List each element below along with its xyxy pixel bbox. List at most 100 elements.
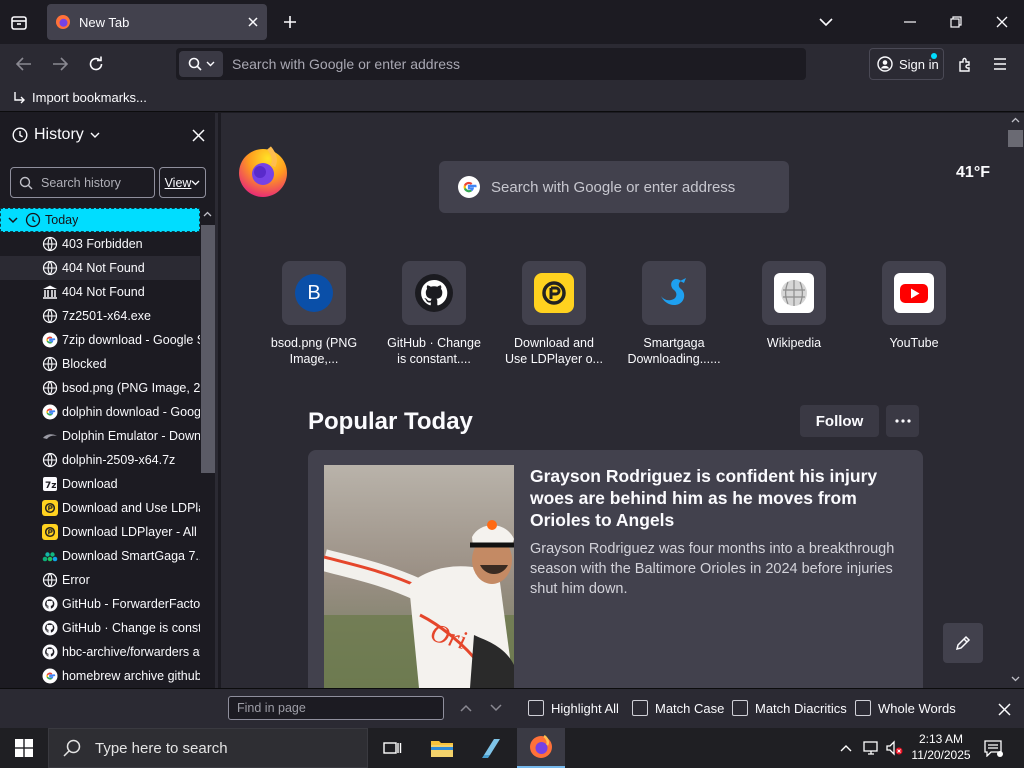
firefox-view-icon[interactable] — [8, 12, 30, 34]
history-item[interactable]: Blocked — [0, 352, 200, 376]
history-item[interactable]: Error — [0, 568, 200, 592]
history-item[interactable]: dolphin-2509-x64.7z — [0, 448, 200, 472]
github-icon — [42, 596, 58, 612]
minimize-button[interactable] — [900, 12, 920, 32]
import-bookmarks-link[interactable]: Import bookmarks... — [32, 90, 147, 105]
firefox-taskbar-button[interactable] — [517, 728, 565, 768]
history-item[interactable]: GitHub - ForwarderFactor — [0, 592, 200, 616]
new-tab-button[interactable] — [280, 12, 300, 32]
history-item-label: Download — [62, 477, 118, 491]
story-card[interactable]: Ori Grayson Rodriguez is confident his i… — [308, 450, 923, 688]
volume-button[interactable] — [884, 739, 904, 757]
shortcut-tile-ldplayer[interactable]: Download and Use LDPlayer o... — [504, 261, 604, 367]
app-pinned-button[interactable] — [467, 728, 515, 768]
smartgaga-icon — [42, 548, 58, 564]
whole-words-checkbox[interactable]: Whole Words — [855, 700, 956, 716]
history-item[interactable]: Download SmartGaga 7.1 — [0, 544, 200, 568]
extensions-button[interactable] — [955, 54, 975, 74]
app-menu-button[interactable] — [990, 54, 1010, 74]
pencil-icon — [955, 635, 971, 651]
forward-button[interactable] — [50, 55, 70, 73]
close-window-button[interactable] — [992, 12, 1012, 32]
globe-icon — [42, 260, 58, 276]
page-scrollbar[interactable] — [1007, 113, 1024, 688]
volume-muted-icon — [886, 740, 903, 756]
shortcut-tile-github[interactable]: GitHub · Change is constant.... — [384, 261, 484, 367]
history-item[interactable]: bsod.png (PNG Image, 20 — [0, 376, 200, 400]
checkbox-box[interactable] — [632, 700, 648, 716]
history-item[interactable]: 404 Not Found — [0, 256, 200, 280]
history-item[interactable]: 7z Download — [0, 472, 200, 496]
highlight-all-checkbox[interactable]: Highlight All — [528, 700, 619, 716]
tab-new-tab[interactable]: New Tab — [47, 4, 267, 40]
taskbar-search-placeholder: Type here to search — [95, 739, 228, 757]
find-in-page-input[interactable]: Find in page — [228, 696, 444, 720]
history-item[interactable]: dolphin download - Goog — [0, 400, 200, 424]
close-sidebar-button[interactable] — [188, 125, 208, 145]
google-icon — [42, 668, 58, 684]
history-item[interactable]: 7z2501-x64.exe — [0, 304, 200, 328]
history-item[interactable]: Download LDPlayer - All V — [0, 520, 200, 544]
more-options-button[interactable] — [886, 405, 919, 437]
sidebar-scrollbar-thumb[interactable] — [201, 225, 215, 473]
taskbar-clock[interactable]: 2:13 AM 11/20/2025 — [905, 731, 977, 763]
history-item[interactable]: Download and Use LDPlay — [0, 496, 200, 520]
find-previous-button[interactable] — [458, 700, 474, 716]
history-item[interactable]: hbc-archive/forwarders at — [0, 640, 200, 664]
action-center-button[interactable] — [982, 737, 1004, 759]
shortcut-label-line1: bsod.png (PNG — [270, 336, 358, 350]
find-next-button[interactable] — [488, 700, 504, 716]
file-explorer-button[interactable] — [418, 728, 466, 768]
match-diacritics-checkbox[interactable]: Match Diacritics — [732, 700, 847, 716]
history-item[interactable]: Dolphin Emulator - Down — [0, 424, 200, 448]
customize-button[interactable] — [943, 623, 983, 663]
shortcut-tile-youtube[interactable]: YouTube — [864, 261, 964, 351]
address-bar[interactable]: Search with Google or enter address — [176, 48, 806, 80]
search-history-input[interactable]: Search history — [10, 167, 155, 198]
match-case-checkbox[interactable]: Match Case — [632, 700, 724, 716]
history-item[interactable]: 404 Not Found — [0, 280, 200, 304]
view-menu-button[interactable]: View — [159, 167, 206, 198]
restore-button[interactable] — [946, 12, 966, 32]
history-item[interactable]: 403 Forbidden — [0, 232, 200, 256]
shortcut-tile-smartgaga[interactable]: Smartgaga Downloading...... — [624, 261, 724, 367]
history-item[interactable]: 7zip download - Google S — [0, 328, 200, 352]
task-view-button[interactable] — [368, 728, 416, 768]
network-button[interactable] — [861, 739, 881, 757]
checkbox-box[interactable] — [732, 700, 748, 716]
ntp-search-box[interactable]: Search with Google or enter address — [439, 161, 789, 213]
history-group-today[interactable]: Today — [0, 208, 200, 232]
history-sidebar: History Search history View Today 403 Fo… — [0, 113, 218, 688]
list-all-tabs-button[interactable] — [816, 12, 836, 32]
taskbar-search-box[interactable]: Type here to search — [48, 728, 368, 768]
story-headline[interactable]: Grayson Rodriguez is confident his injur… — [530, 465, 905, 531]
page-scrollbar-thumb[interactable] — [1008, 130, 1023, 147]
shortcut-tile-wikipedia[interactable]: Wikipedia — [744, 261, 844, 351]
weather-widget[interactable]: 41°F — [930, 164, 990, 182]
sidebar-header[interactable]: History — [12, 123, 212, 147]
sidebar-title: History — [34, 126, 84, 143]
history-clock-icon — [25, 212, 41, 228]
start-button[interactable] — [0, 728, 48, 768]
sign-in-button[interactable]: Sign in — [869, 48, 944, 80]
globe-icon — [42, 308, 58, 324]
back-button[interactable] — [14, 55, 34, 73]
find-placeholder: Find in page — [237, 701, 306, 715]
search-engine-button[interactable] — [179, 51, 223, 77]
close-find-bar-button[interactable] — [995, 700, 1013, 718]
follow-button[interactable]: Follow — [800, 405, 879, 437]
history-item[interactable]: GitHub · Change is consta — [0, 616, 200, 640]
shortcut-tile-bsod[interactable]: B bsod.png (PNG Image,... — [264, 261, 364, 367]
checkbox-box[interactable] — [528, 700, 544, 716]
close-tab-icon[interactable] — [247, 16, 259, 28]
history-item-label: Dolphin Emulator - Down — [62, 429, 200, 443]
history-tree: Today 403 Forbidden 404 Not Found 404 Not … — [0, 208, 200, 688]
history-item[interactable]: homebrew archive github — [0, 664, 200, 688]
checkbox-box[interactable] — [855, 700, 871, 716]
show-hidden-icons-button[interactable] — [838, 740, 854, 756]
shortcut-label-line2: Downloading...... — [627, 352, 721, 366]
globe-icon — [42, 572, 58, 588]
shortcut-label-line1: GitHub · Change — [387, 336, 481, 350]
ntp-search-placeholder: Search with Google or enter address — [491, 178, 736, 196]
reload-button[interactable] — [86, 54, 106, 74]
